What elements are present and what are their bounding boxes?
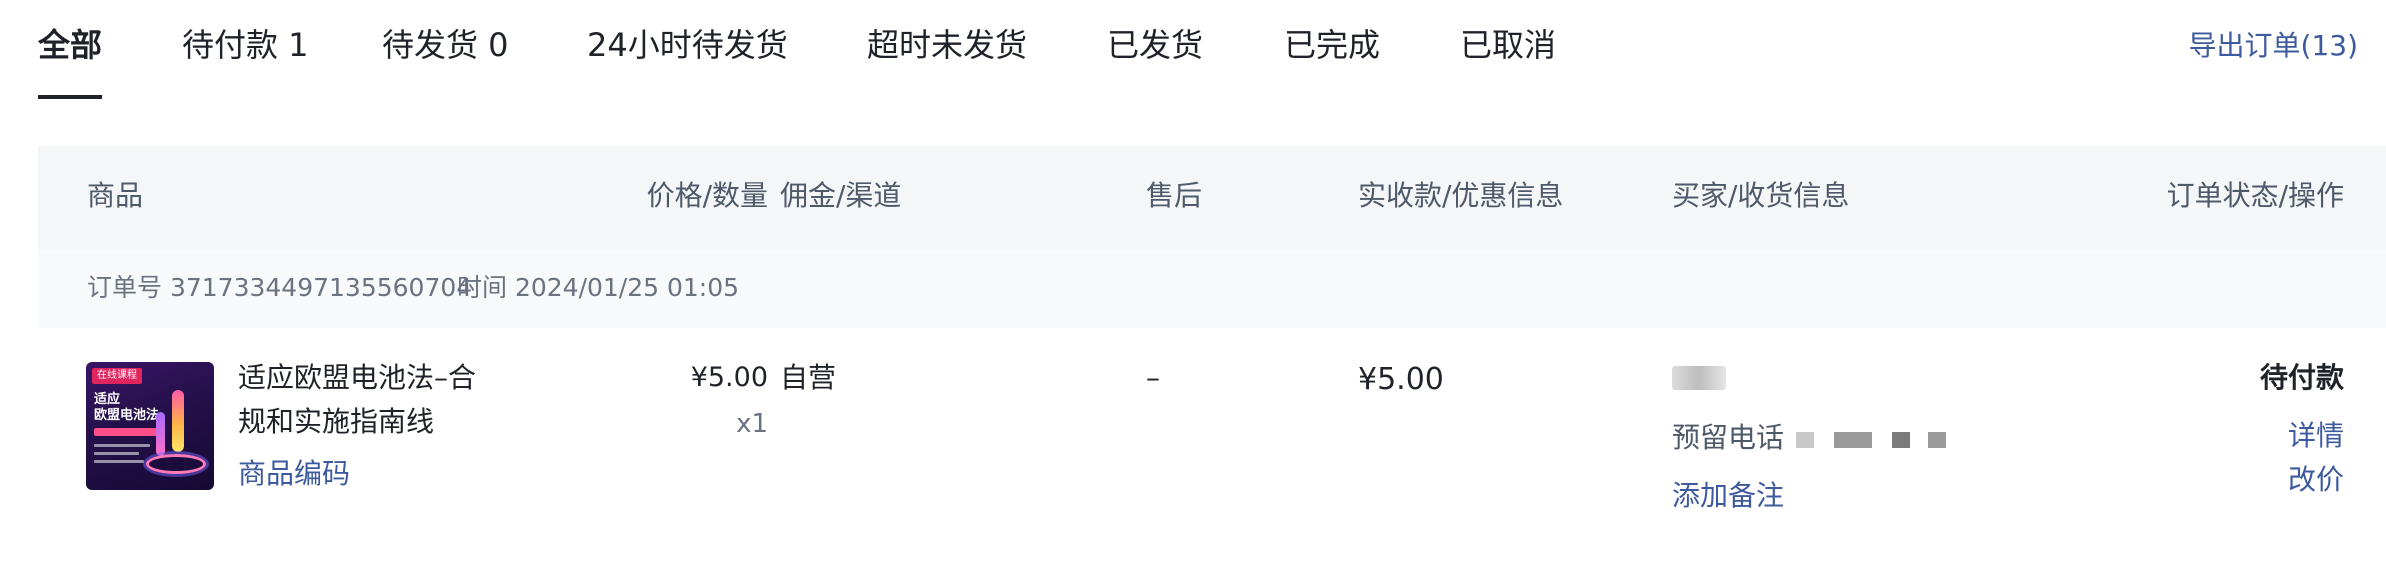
thumbnail-graphic-bar [172, 390, 184, 452]
edit-price-link[interactable]: 改价 [2288, 460, 2344, 500]
unit-price: ¥5.00 [690, 362, 768, 393]
table-header: 商品 价格/数量 佣金/渠道 售后 实收款/优惠信息 买家/收货信息 订单状态/… [38, 146, 2386, 250]
tab-24h-pending-shipment[interactable]: 24小时待发货 [587, 22, 788, 68]
thumbnail-strip [94, 428, 160, 436]
phone-label: 预留电话 [1672, 421, 1785, 454]
tab-pending-shipment[interactable]: 待发货 0 [382, 22, 509, 68]
tab-shipped[interactable]: 已发货 [1107, 22, 1203, 68]
active-tab-indicator [38, 95, 102, 99]
header-status-actions: 订单状态/操作 [2166, 179, 2344, 212]
thumbnail-text-lines [94, 444, 150, 468]
add-note-link[interactable]: 添加备注 [1672, 476, 1784, 516]
thumbnail-graphic-bar [156, 412, 165, 456]
header-product: 商品 [87, 179, 144, 212]
tab-cancelled[interactable]: 已取消 [1460, 22, 1556, 68]
buyer-name-redacted [1672, 366, 1726, 390]
product-title[interactable]: 适应欧盟电池法–合规和实施指南线 [238, 356, 498, 444]
quantity: x1 [736, 409, 768, 439]
thumbnail-graphic-ring [146, 454, 206, 474]
thumbnail-title: 适应 欧盟电池法 [94, 392, 160, 423]
tab-all[interactable]: 全部 [38, 22, 102, 68]
header-buyer-shipping: 买家/收货信息 [1672, 179, 1850, 212]
paid-amount: ¥5.00 [1358, 362, 1444, 397]
aftersale-status: – [1146, 361, 1160, 394]
header-commission-channel: 佣金/渠道 [780, 179, 902, 212]
order-row: 在线课程 适应 欧盟电池法 适应欧盟电池法–合规和实施指南线 商品编码 ¥5.0… [38, 328, 2386, 588]
order-meta-bar: 订单号 3717334497135560704 时间 2024/01/25 01… [38, 250, 2386, 328]
order-status-tabs: 全部 待付款 1 待发货 0 24小时待发货 超时未发货 已发货 已完成 已取消… [0, 0, 2386, 100]
thumbnail-badge: 在线课程 [92, 368, 142, 384]
order-number: 订单号 3717334497135560704 [87, 273, 473, 302]
orders-table: 商品 价格/数量 佣金/渠道 售后 实收款/优惠信息 买家/收货信息 订单状态/… [38, 146, 2386, 588]
product-thumbnail[interactable]: 在线课程 适应 欧盟电池法 [86, 362, 214, 490]
tab-completed[interactable]: 已完成 [1284, 22, 1380, 68]
channel: 自营 [780, 361, 837, 394]
detail-link[interactable]: 详情 [2288, 416, 2344, 456]
product-code-link[interactable]: 商品编码 [238, 454, 350, 494]
header-price-qty: 价格/数量 [646, 179, 768, 212]
tab-overdue-unshipped[interactable]: 超时未发货 [867, 22, 1027, 68]
header-aftersale: 售后 [1146, 179, 1203, 212]
tab-pending-payment[interactable]: 待付款 1 [182, 22, 309, 68]
export-orders-link[interactable]: 导出订单(13) [2189, 26, 2358, 66]
order-status: 待付款 [2259, 361, 2344, 394]
order-time: 时间 2024/01/25 01:05 [457, 273, 740, 302]
header-paid-discount: 实收款/优惠信息 [1358, 179, 1564, 212]
